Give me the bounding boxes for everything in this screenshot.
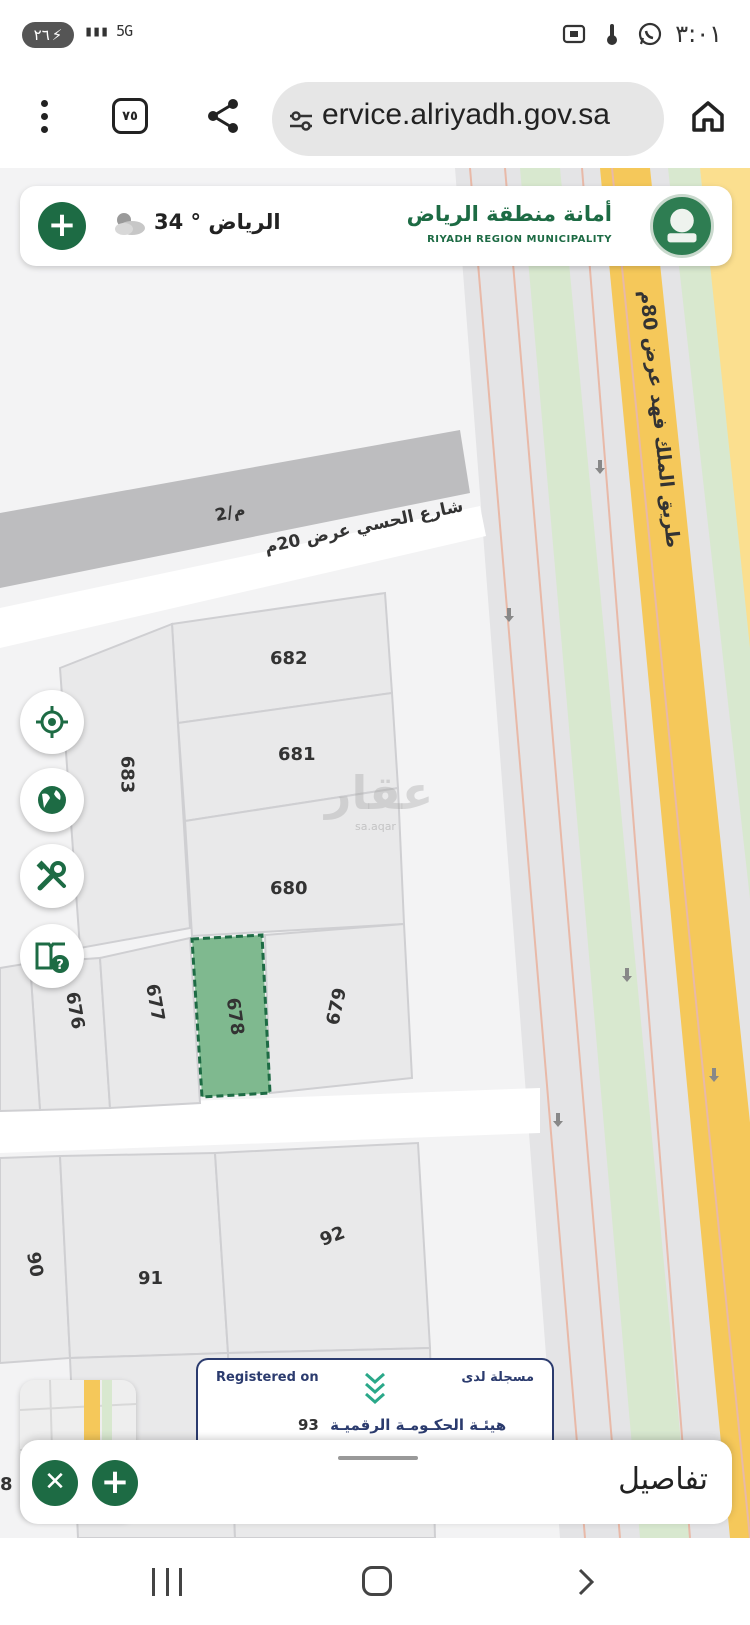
tools-icon [36,860,66,891]
signal-icon: ▮▮▮ 5G [84,22,133,40]
svg-text:?: ? [56,958,64,973]
back-icon[interactable] [572,1568,600,1596]
share-icon[interactable] [203,96,243,136]
screenshot-icon [563,24,586,44]
browser-toolbar: ٧٥ ervice.alriyadh.gov.sa [0,72,750,168]
system-nav-bar [0,1538,750,1625]
authority-name-text: هيئـة الحكـومـة الرقميـة [330,1416,507,1434]
registered-ar: مسجلة لدى [461,1370,534,1385]
globe-icon [38,786,66,814]
parcel-label: 681 [278,744,316,765]
thermometer-icon [607,24,618,45]
battery-level: ٢٦ [33,26,50,44]
aqar-watermark-sub: sa.aqar [355,820,396,833]
dga-logo-icon [365,1372,385,1405]
address-bar[interactable]: ervice.alriyadh.gov.sa [272,82,664,156]
parcel-label: 680 [270,878,308,899]
recent-apps-icon[interactable] [152,1568,182,1596]
more-menu-icon[interactable] [32,100,56,140]
help-guide-button[interactable]: ? [20,924,84,988]
aqar-watermark: عقار [325,766,434,820]
tabs-button[interactable]: ٧٥ [112,98,148,134]
parcel-label: 682 [270,648,308,669]
map-canvas[interactable] [0,168,750,1538]
weather-text: الرياض ° 34 [154,210,281,234]
org-name-ar: أمانة منطقة الرياض [406,202,612,226]
registered-en: Registered on [216,1370,319,1385]
authority-name: هيئـة الحكـومـة الرقميـة 93 [298,1416,506,1434]
details-title: تفاصيل [618,1462,708,1497]
clock: ٣:٠١ [675,20,722,48]
locate-me-button[interactable] [20,690,84,754]
parcel-93-label: 93 [298,1416,319,1434]
sheet-drag-handle[interactable] [338,1456,418,1460]
tools-button[interactable] [20,844,84,908]
book-help-icon: ? [35,942,69,973]
url-text[interactable]: ervice.alriyadh.gov.sa [322,98,610,132]
parcel-677 [98,936,202,1110]
site-settings-icon[interactable] [286,106,316,136]
org-name-en: RIYADH REGION MUNICIPALITY [427,234,612,245]
globe-layer-button[interactable] [20,768,84,832]
status-bar: ٢٦ ⚡ ▮▮▮ 5G ٣:٠١ [0,0,750,72]
whatsapp-icon [639,22,662,46]
parcel-label: 91 [138,1268,164,1289]
municipality-header: + الرياض ° 34 أمانة منطقة الرياض RIYADH … [20,186,732,266]
charging-icon: ⚡ [51,26,63,44]
partly-cloudy-icon [115,213,145,235]
close-icon[interactable]: ✕ [32,1460,78,1506]
details-sheet[interactable]: ✕ + تفاصيل [20,1440,732,1524]
crosshair-icon [36,706,68,738]
battery-indicator: ٢٦ ⚡ [22,22,74,48]
registered-badge: Registered on مسجلة لدى هيئـة الحكـومـة … [196,1358,554,1448]
add-button[interactable]: + [38,202,86,250]
parcel-label: 683 [116,755,138,794]
map-view[interactable]: طريق الملك فهد عرض 80م شارع الحسي عرض 20… [0,168,750,1538]
add-button[interactable]: + [92,1460,138,1506]
parcel-91 [58,1151,230,1360]
parcel-label: 8 [0,1474,13,1495]
network-type: 5G [116,22,133,40]
parcel-label: 90 [22,1250,48,1279]
riyadh-municipality-logo [650,194,714,258]
home-icon[interactable] [690,98,726,134]
home-button-icon[interactable] [362,1566,392,1596]
